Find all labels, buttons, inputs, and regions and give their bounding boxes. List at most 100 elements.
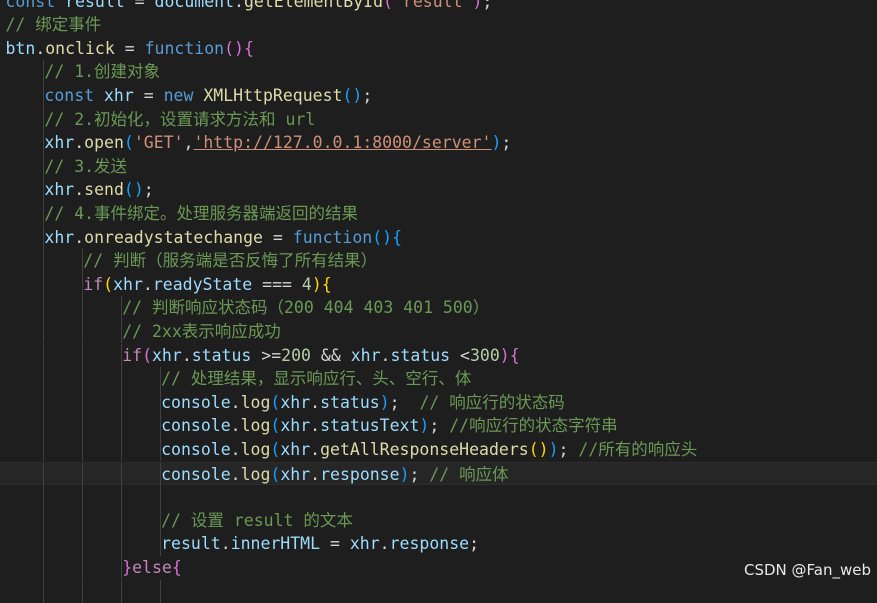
code-token: . xyxy=(182,346,192,365)
code-editor[interactable]: const result = document.getElementById('… xyxy=(0,0,877,585)
code-line[interactable]: console.log(xhr.response); // 响应体 xyxy=(0,462,877,486)
code-line[interactable]: btn.onclick = function(){ xyxy=(0,37,877,61)
code-token: ) xyxy=(380,393,390,412)
indent-guide xyxy=(82,438,83,462)
code-token: console xyxy=(161,393,231,412)
code-token: new xyxy=(164,86,204,105)
code-text: const result = document.getElementById('… xyxy=(6,0,493,13)
code-token: // 4.事件绑定。处理服务器端返回的结果 xyxy=(44,204,358,223)
code-line[interactable]: xhr.onreadystatechange = function(){ xyxy=(0,226,877,250)
code-token: ( xyxy=(103,275,113,294)
code-line[interactable] xyxy=(0,580,877,603)
indent-guide xyxy=(82,367,83,391)
code-token: ) xyxy=(419,416,429,435)
code-token: xhr xyxy=(44,180,74,199)
code-line[interactable]: // 2xx表示响应成功 xyxy=(0,320,877,344)
code-line[interactable]: xhr.open('GET','http://127.0.0.1:8000/se… xyxy=(0,131,877,155)
code-token: xhr xyxy=(280,393,310,412)
code-token: 'http://127.0.0.1:8000/server' xyxy=(193,133,491,152)
code-line[interactable]: console.log(xhr.statusText); //响应行的状态字符串 xyxy=(0,414,877,438)
code-token: log xyxy=(241,465,271,484)
code-token: status xyxy=(390,346,450,365)
code-text: console.log(xhr.response); // 响应体 xyxy=(161,463,509,487)
code-token: ( xyxy=(383,0,393,11)
code-token: innerHTML xyxy=(231,534,320,553)
code-token: xhr xyxy=(104,86,134,105)
code-token: ; xyxy=(482,0,492,11)
code-token: ; xyxy=(390,393,420,412)
code-token: function xyxy=(293,228,372,247)
code-line[interactable]: // 设置 result 的文本 xyxy=(0,509,877,533)
code-line[interactable]: // 判断（服务端是否反悔了所有结果） xyxy=(0,249,877,273)
code-token: // 2.初始化，设置请求方法和 url xyxy=(44,110,315,129)
code-line[interactable]: result.innerHTML = xhr.response; xyxy=(0,532,877,556)
code-line[interactable]: // 判断响应状态码（200 404 403 401 500） xyxy=(0,296,877,320)
code-token: getAllResponseHeaders xyxy=(320,440,529,459)
code-token: = xyxy=(263,228,293,247)
code-line[interactable]: // 1.创建对象 xyxy=(0,60,877,84)
code-token: result xyxy=(65,0,125,11)
indent-guide xyxy=(82,532,83,556)
code-line[interactable]: // 2.初始化，设置请求方法和 url xyxy=(0,108,877,132)
code-text: // 设置 result 的文本 xyxy=(161,509,353,533)
code-line[interactable]: const xhr = new XMLHttpRequest(); xyxy=(0,84,877,108)
indent-guide xyxy=(43,414,44,438)
code-token: ) xyxy=(312,275,322,294)
code-token: log xyxy=(241,416,271,435)
code-token: ) xyxy=(400,465,410,484)
code-token: console xyxy=(161,416,231,435)
code-line[interactable]: // 3.发送 xyxy=(0,155,877,179)
indent-guide xyxy=(43,580,44,603)
code-line[interactable]: if(xhr.readyState === 4){ xyxy=(0,273,877,297)
code-token: if xyxy=(83,275,103,294)
indent-guide xyxy=(82,509,83,533)
code-token: { xyxy=(510,346,520,365)
code-token: . xyxy=(143,275,153,294)
code-token: xhr xyxy=(152,346,182,365)
code-token: ) xyxy=(500,346,510,365)
code-line[interactable]: const result = document.getElementById('… xyxy=(0,0,877,13)
code-token: // 判断（服务端是否反悔了所有结果） xyxy=(83,251,377,270)
code-token: = xyxy=(115,39,145,58)
code-token: xhr xyxy=(44,133,74,152)
code-token: . xyxy=(234,0,244,11)
code-line[interactable] xyxy=(0,485,877,509)
indent-guide xyxy=(82,320,83,344)
code-token: ( xyxy=(270,416,280,435)
code-token: 4 xyxy=(302,275,312,294)
code-token: ; xyxy=(429,416,449,435)
code-token: . xyxy=(381,346,391,365)
code-token: ) xyxy=(472,0,482,11)
code-line[interactable]: // 绑定事件 xyxy=(0,13,877,37)
code-text: xhr.onreadystatechange = function(){ xyxy=(44,226,402,250)
code-token: . xyxy=(310,416,320,435)
code-token: ; xyxy=(144,180,154,199)
code-token: ( xyxy=(270,465,280,484)
code-token: ; xyxy=(469,534,479,553)
code-token: open xyxy=(84,133,124,152)
code-token: const xyxy=(6,0,66,11)
code-line[interactable]: if(xhr.status >=200 && xhr.status <300){ xyxy=(0,344,877,368)
indent-guide xyxy=(121,485,122,509)
code-token: getElementById xyxy=(244,0,383,11)
code-line[interactable]: // 处理结果，显示响应行、头、空行、体 xyxy=(0,367,877,391)
code-token: status xyxy=(320,393,380,412)
code-token: // 设置 result 的文本 xyxy=(161,511,353,530)
code-token: //所有的响应头 xyxy=(578,440,697,459)
code-token: . xyxy=(74,180,84,199)
code-text: // 3.发送 xyxy=(44,155,127,179)
code-token: xhr xyxy=(280,465,310,484)
code-token: ( xyxy=(124,133,134,152)
indent-guide xyxy=(43,509,44,533)
code-line[interactable]: xhr.send(); xyxy=(0,178,877,202)
code-token: document xyxy=(155,0,234,11)
code-line[interactable]: console.log(xhr.status); // 响应行的状态码 xyxy=(0,391,877,415)
code-token: . xyxy=(221,534,231,553)
code-line[interactable]: // 4.事件绑定。处理服务器端返回的结果 xyxy=(0,202,877,226)
code-token: 200 xyxy=(281,346,311,365)
code-token: ) xyxy=(491,133,501,152)
indent-guide xyxy=(82,414,83,438)
code-token: === xyxy=(252,275,302,294)
code-token: . xyxy=(231,440,241,459)
code-line[interactable]: console.log(xhr.getAllResponseHeaders())… xyxy=(0,438,877,462)
